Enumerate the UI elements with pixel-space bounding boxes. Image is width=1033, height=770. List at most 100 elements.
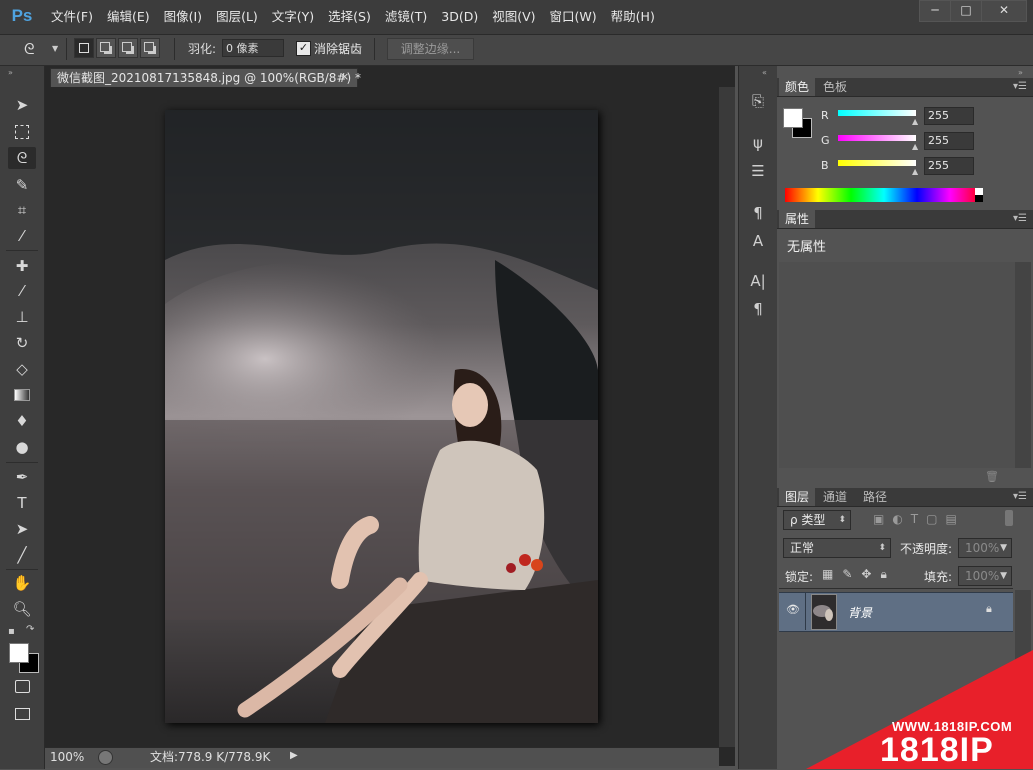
blur-icon[interactable]: ♦ (8, 410, 36, 432)
layer-name[interactable]: 背景 (848, 604, 872, 621)
layer-filter-icons[interactable]: ▣◐T▢▤ (873, 512, 965, 526)
vertical-scrollbar[interactable] (719, 87, 735, 747)
status-menu-icon[interactable] (98, 750, 113, 765)
paragraph-panel-icon[interactable]: ¶ (746, 298, 770, 320)
g-slider[interactable] (838, 135, 916, 141)
quick-mask-icon[interactable] (8, 675, 36, 697)
dropdown-arrow-icon: ▼ (1000, 543, 1007, 553)
path-select-icon[interactable]: ➤ (8, 518, 36, 540)
feather-input[interactable]: 0 像素 (222, 39, 284, 57)
foreground-color-swatch[interactable] (9, 643, 29, 663)
menu-filter[interactable]: 滤镜(T) (378, 0, 434, 34)
zoom-icon[interactable]: 🔍︎ (8, 598, 36, 620)
maximize-button[interactable]: □ (950, 0, 982, 22)
eraser-icon[interactable]: ◇ (8, 358, 36, 380)
brush-icon[interactable]: ⁄ (8, 280, 36, 302)
r-slider[interactable] (838, 110, 916, 116)
menu-window[interactable]: 窗口(W) (543, 0, 604, 34)
healing-brush-icon[interactable]: ✚ (8, 255, 36, 277)
default-colors-icon[interactable]: ▪ (8, 626, 15, 637)
menu-select[interactable]: 选择(S) (321, 0, 378, 34)
pen-icon[interactable]: ✒ (8, 466, 36, 488)
tab-swatches[interactable]: 色板 (817, 78, 853, 96)
fill-input[interactable]: 100% ▼ (958, 566, 1012, 586)
swap-colors-icon[interactable]: ↷ (26, 624, 34, 635)
b-label: B (821, 159, 829, 172)
character-styles-icon[interactable]: A (746, 230, 770, 252)
brush-panel-icon[interactable]: ψ (746, 132, 770, 154)
document-tab[interactable]: 微信截图_20210817135848.jpg @ 100%(RGB/8#) * (50, 68, 361, 87)
tab-channels[interactable]: 通道 (817, 488, 853, 506)
properties-scrollbar[interactable] (1015, 262, 1031, 468)
history-panel-icon[interactable]: ⎘ (746, 90, 770, 112)
lasso-preset-icon[interactable]: ᘓ (24, 40, 35, 58)
subtract-selection-button[interactable] (118, 38, 138, 58)
minimize-button[interactable]: ─ (919, 0, 951, 22)
collapse-icon[interactable]: » (8, 68, 13, 77)
add-selection-button[interactable] (96, 38, 116, 58)
clone-stamp-icon[interactable]: ⊥ (8, 306, 36, 328)
tab-properties[interactable]: 属性 (779, 210, 816, 228)
r-slider-thumb[interactable]: ▲ (912, 117, 918, 126)
lasso-icon[interactable]: ᘓ (8, 147, 36, 169)
spectrum-white-chip[interactable] (975, 188, 983, 195)
tab-layers[interactable]: 图层 (779, 488, 816, 506)
r-value-input[interactable]: 255 (924, 107, 974, 125)
screen-mode-icon[interactable] (8, 703, 36, 725)
clone-source-icon[interactable]: ¶ (746, 202, 770, 224)
b-slider-thumb[interactable]: ▲ (912, 167, 918, 176)
move-icon[interactable]: ➤ (8, 94, 36, 116)
collapse-dock-icon[interactable]: « (762, 68, 767, 77)
blend-mode-dropdown[interactable]: 正常 ⬍ (783, 538, 891, 558)
visibility-eye-icon[interactable]: 👁︎ (786, 603, 800, 616)
status-arrow-icon[interactable]: ▶ (290, 750, 298, 761)
menu-file[interactable]: 文件(F) (44, 0, 100, 34)
g-value-input[interactable]: 255 (924, 132, 974, 150)
menu-view[interactable]: 视图(V) (485, 0, 542, 34)
panel-menu-icon[interactable]: ▾☰ (1013, 78, 1027, 96)
layer-filter-dropdown[interactable]: ρ 类型 ⬍ (783, 510, 851, 530)
tab-color[interactable]: 颜色 (779, 78, 816, 96)
collapse-panels-icon[interactable]: » (1018, 68, 1023, 77)
crop-icon[interactable]: ⌗ (8, 199, 36, 221)
lock-icons[interactable]: ▦✎✥🔒︎ (822, 567, 896, 582)
menu-3d[interactable]: 3D(D) (434, 0, 485, 34)
opacity-input[interactable]: 100% ▼ (958, 538, 1012, 558)
hand-icon[interactable]: ✋ (8, 572, 36, 594)
menu-image[interactable]: 图像(I) (157, 0, 209, 34)
type-icon[interactable]: T (8, 492, 36, 514)
dodge-icon[interactable]: ● (8, 436, 36, 458)
refine-edge-button[interactable]: 调整边缘... (387, 38, 474, 60)
menu-type[interactable]: 文字(Y) (265, 0, 321, 34)
panel-menu-icon[interactable]: ▾☰ (1013, 210, 1027, 228)
eyedropper-icon[interactable]: ⁄ (8, 225, 36, 247)
b-value-input[interactable]: 255 (924, 157, 974, 175)
foreground-color-chip[interactable] (783, 108, 803, 128)
color-spectrum[interactable] (785, 188, 983, 202)
trash-icon[interactable]: 🗑︎ (985, 470, 999, 483)
intersect-selection-button[interactable] (140, 38, 160, 58)
tab-paths[interactable]: 路径 (857, 488, 893, 506)
b-slider[interactable] (838, 160, 916, 166)
zoom-level[interactable]: 100% (50, 749, 84, 765)
menu-help[interactable]: 帮助(H) (604, 0, 662, 34)
close-window-button[interactable]: ✕ (981, 0, 1027, 22)
menu-layer[interactable]: 图层(L) (209, 0, 265, 34)
filter-toggle[interactable] (1005, 510, 1013, 526)
character-panel-icon[interactable]: A| (746, 270, 770, 292)
brush-presets-icon[interactable]: ☰ (746, 160, 770, 182)
quick-select-icon[interactable]: ✎ (8, 174, 36, 196)
gradient-icon[interactable] (8, 384, 36, 406)
spectrum-black-chip[interactable] (975, 195, 983, 202)
line-icon[interactable]: ╱ (8, 544, 36, 566)
close-tab-icon[interactable]: × (340, 70, 349, 83)
document-photo[interactable] (165, 110, 598, 723)
history-brush-icon[interactable]: ↻ (8, 332, 36, 354)
panel-menu-icon[interactable]: ▾☰ (1013, 488, 1027, 506)
preset-dropdown-icon[interactable]: ▼ (52, 44, 58, 53)
menu-edit[interactable]: 编辑(E) (100, 0, 157, 34)
antialias-checkbox[interactable]: ✓ (296, 41, 311, 56)
g-slider-thumb[interactable]: ▲ (912, 142, 918, 151)
new-selection-button[interactable] (74, 38, 94, 58)
marquee-icon[interactable] (8, 121, 36, 143)
